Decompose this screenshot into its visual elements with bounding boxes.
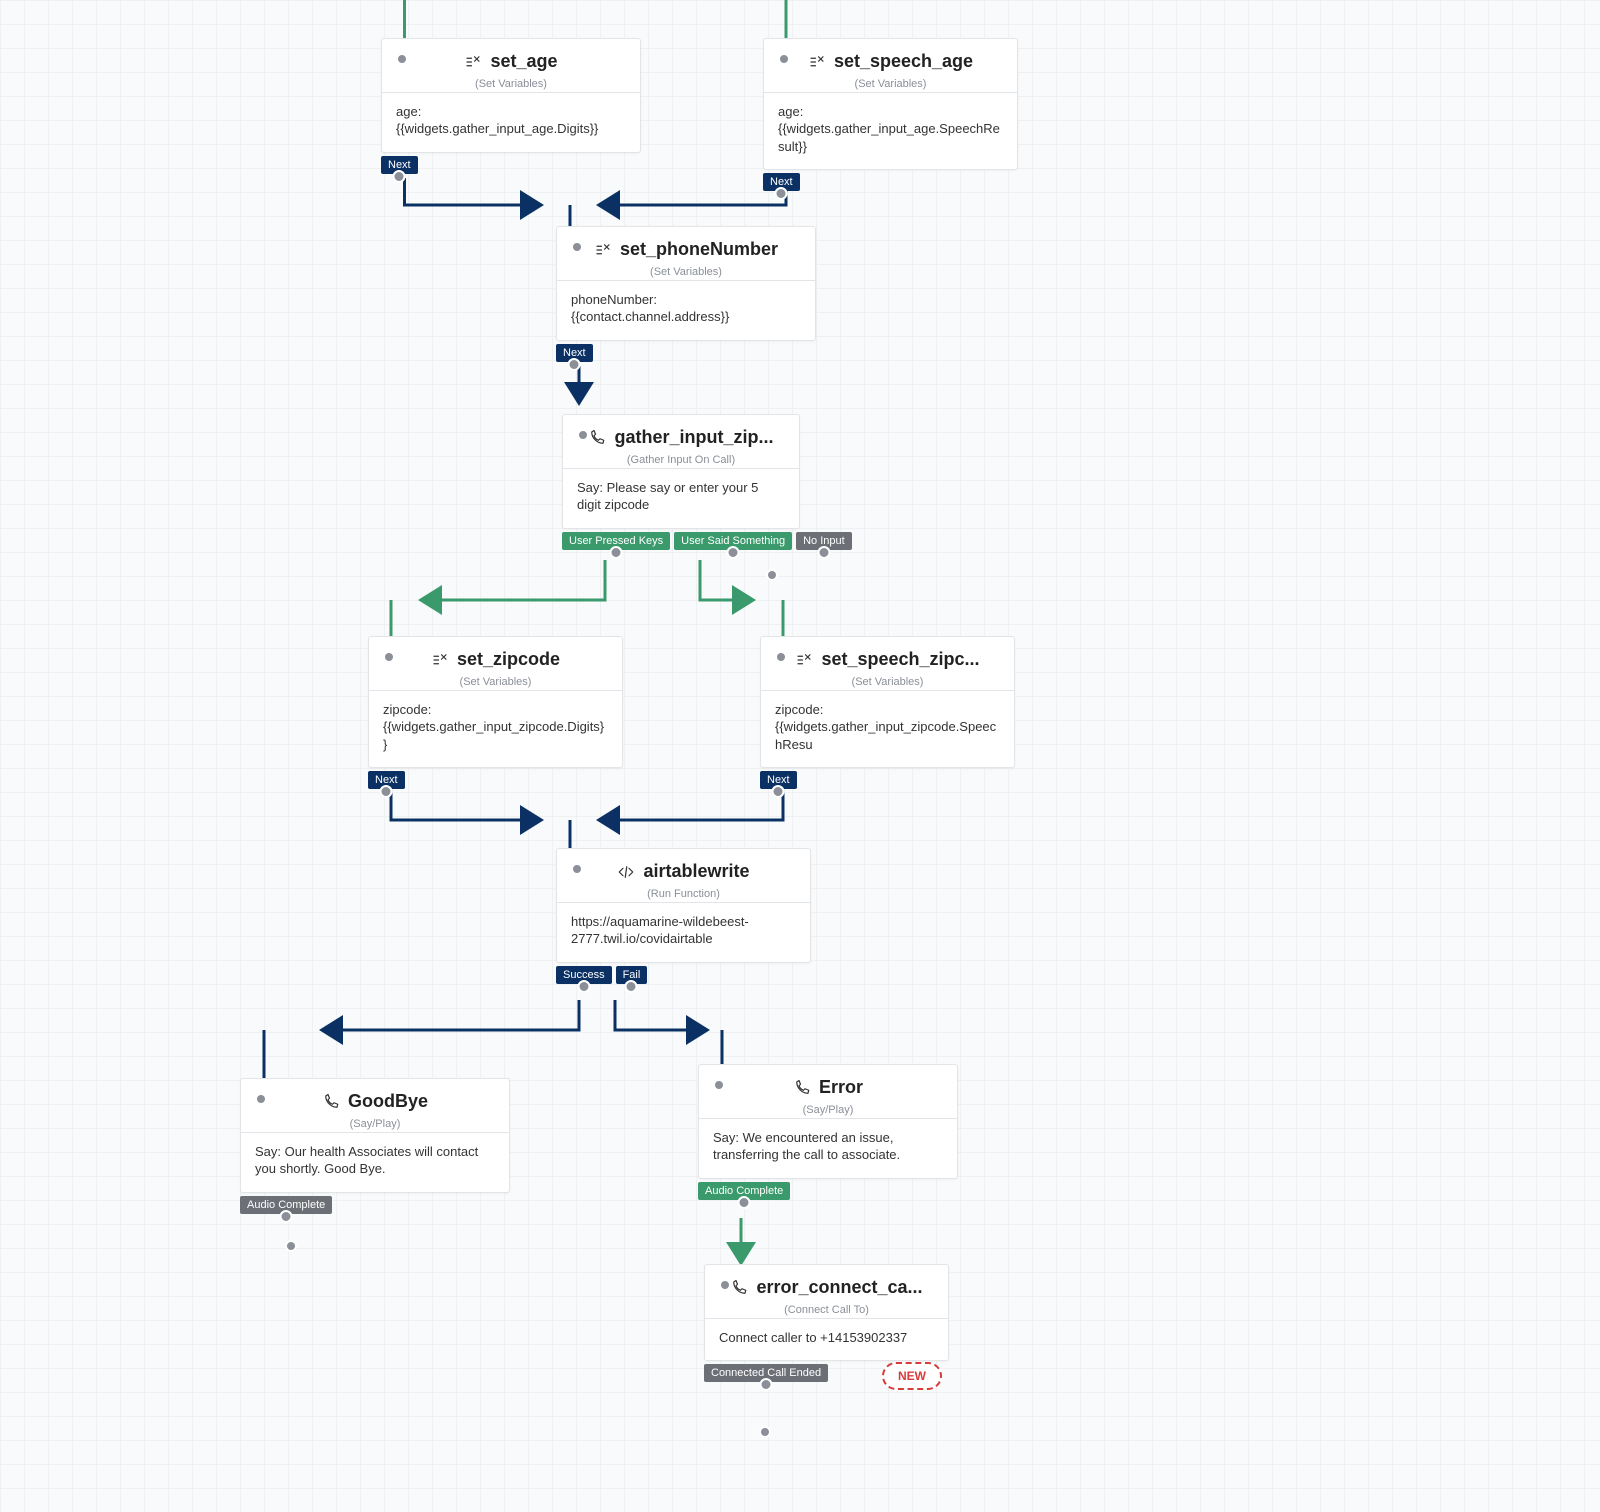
node-title-text: error_connect_ca...	[756, 1277, 922, 1298]
node-title-text: set_speech_age	[834, 51, 973, 72]
tag-next[interactable]: Next	[763, 173, 800, 191]
node-gather-input-zip[interactable]: gather_input_zip... (Gather Input On Cal…	[562, 414, 800, 529]
node-title-text: gather_input_zip...	[614, 427, 773, 448]
tag-next[interactable]: Next	[556, 344, 593, 362]
node-body: Say: We encountered an issue, transferri…	[699, 1118, 957, 1178]
node-subtitle: (Set Variables)	[383, 676, 608, 688]
node-title-text: GoodBye	[348, 1091, 428, 1112]
node-title-text: set_speech_zipc...	[821, 649, 979, 670]
variables-icon	[431, 651, 449, 669]
node-body: age: {{widgets.gather_input_age.Digits}}	[382, 92, 640, 152]
tag-success[interactable]: Success	[556, 966, 612, 984]
tag-next[interactable]: Next	[381, 156, 418, 174]
phone-icon	[793, 1079, 811, 1097]
node-body: https://aquamarine-wildebeest-2777.twil.…	[557, 902, 810, 962]
node-set-zipcode[interactable]: set_zipcode (Set Variables) zipcode: {{w…	[368, 636, 623, 768]
node-title-text: airtablewrite	[643, 861, 749, 882]
phone-icon	[730, 1279, 748, 1297]
node-subtitle: (Set Variables)	[571, 266, 801, 278]
node-subtitle: (Say/Play)	[713, 1104, 943, 1116]
tag-next[interactable]: Next	[368, 771, 405, 789]
node-body: phoneNumber: {{contact.channel.address}}	[557, 280, 815, 340]
phone-icon	[588, 429, 606, 447]
tag-user-pressed-keys[interactable]: User Pressed Keys	[562, 532, 670, 550]
node-body: age: {{widgets.gather_input_age.SpeechRe…	[764, 92, 1017, 170]
code-icon	[617, 863, 635, 881]
node-subtitle: (Connect Call To)	[719, 1304, 934, 1316]
node-subtitle: (Set Variables)	[775, 676, 1000, 688]
node-subtitle: (Set Variables)	[778, 78, 1003, 90]
node-set-speech-zipcode[interactable]: set_speech_zipc... (Set Variables) zipco…	[760, 636, 1015, 768]
node-subtitle: (Say/Play)	[255, 1118, 495, 1130]
node-airtablewrite[interactable]: airtablewrite (Run Function) https://aqu…	[556, 848, 811, 963]
variables-icon	[464, 53, 482, 71]
node-body: zipcode: {{widgets.gather_input_zipcode.…	[761, 690, 1014, 768]
variables-icon	[808, 53, 826, 71]
node-subtitle: (Gather Input On Call)	[577, 454, 785, 466]
tag-fail[interactable]: Fail	[616, 966, 648, 984]
tag-no-input[interactable]: No Input	[796, 532, 852, 550]
node-subtitle: (Run Function)	[571, 888, 796, 900]
node-error[interactable]: Error (Say/Play) Say: We encountered an …	[698, 1064, 958, 1179]
tag-audio-complete[interactable]: Audio Complete	[698, 1182, 790, 1200]
node-body: Say: Our health Associates will contact …	[241, 1132, 509, 1192]
tag-user-said-something[interactable]: User Said Something	[674, 532, 792, 550]
node-set-age[interactable]: set_age (Set Variables) age: {{widgets.g…	[381, 38, 641, 153]
new-pill[interactable]: NEW	[882, 1362, 942, 1390]
node-body: Say: Please say or enter your 5 digit zi…	[563, 468, 799, 528]
phone-icon	[322, 1093, 340, 1111]
node-subtitle: (Set Variables)	[396, 78, 626, 90]
node-body: zipcode: {{widgets.gather_input_zipcode.…	[369, 690, 622, 768]
node-set-speech-age[interactable]: set_speech_age (Set Variables) age: {{wi…	[763, 38, 1018, 170]
node-goodbye[interactable]: GoodBye (Say/Play) Say: Our health Assoc…	[240, 1078, 510, 1193]
tag-next[interactable]: Next	[760, 771, 797, 789]
node-error-connect-ca[interactable]: error_connect_ca... (Connect Call To) Co…	[704, 1264, 949, 1361]
variables-icon	[594, 241, 612, 259]
node-body: Connect caller to +14153902337	[705, 1318, 948, 1361]
node-title-text: set_phoneNumber	[620, 239, 778, 260]
tag-audio-complete[interactable]: Audio Complete	[240, 1196, 332, 1214]
tag-connected-call-ended[interactable]: Connected Call Ended	[704, 1364, 828, 1382]
variables-icon	[795, 651, 813, 669]
node-title-text: set_age	[490, 51, 557, 72]
node-title-text: set_zipcode	[457, 649, 560, 670]
node-set-phonenumber[interactable]: set_phoneNumber (Set Variables) phoneNum…	[556, 226, 816, 341]
node-title-text: Error	[819, 1077, 863, 1098]
